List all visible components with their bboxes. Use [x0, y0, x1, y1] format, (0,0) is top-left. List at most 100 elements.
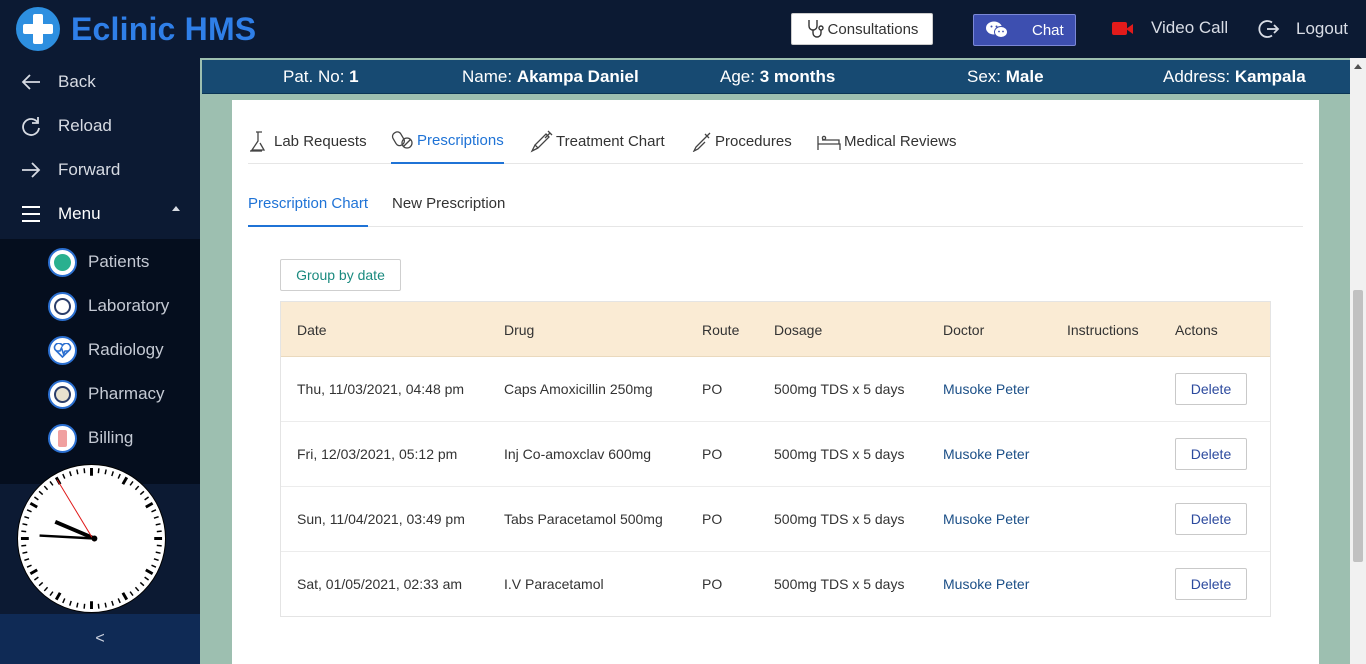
brand[interactable]: Eclinic HMS: [16, 7, 256, 51]
sidebar-item-label: Reload: [58, 116, 112, 135]
clock-tick: [117, 598, 121, 604]
clock-tick: [111, 600, 115, 606]
clock-tick: [104, 469, 107, 475]
clock-tick: [117, 473, 121, 479]
chat-button[interactable]: Chat: [973, 14, 1076, 46]
stethoscope-icon: [807, 20, 824, 38]
table-row: Sun, 11/04/2021, 03:49 pm Tabs Paracetam…: [281, 487, 1270, 552]
table-row: Sat, 01/05/2021, 02:33 am I.V Paracetamo…: [281, 552, 1270, 617]
clock-tick: [26, 564, 32, 568]
syringe-icon: [530, 130, 553, 153]
cell-drug: Tabs Paracetamol 500mg: [504, 511, 663, 527]
clock-tick: [144, 496, 150, 501]
cell-dosage: 500mg TDS x 5 days: [774, 381, 905, 397]
tab-treatment-chart[interactable]: Treatment Chart: [530, 118, 665, 164]
sidebar-item-laboratory[interactable]: Laboratory: [0, 284, 200, 328]
video-call-button[interactable]: Video Call: [1112, 18, 1228, 38]
medical-cross-icon: [16, 7, 60, 51]
top-bar: Eclinic HMS Consultations Chat Video Cal…: [0, 0, 1366, 58]
laboratory-icon: [48, 291, 77, 321]
clock-tick: [151, 509, 157, 513]
video-camera-icon: [1112, 20, 1134, 36]
cell-drug: Caps Amoxicillin 250mg: [504, 381, 653, 397]
sidebar-collapse-button[interactable]: <: [0, 614, 200, 664]
tab-label: Medical Reviews: [844, 132, 957, 150]
delete-button[interactable]: Delete: [1175, 438, 1247, 470]
sidebar-item-billing[interactable]: Billing: [0, 416, 200, 460]
sidebar-item-label: Menu: [58, 204, 101, 223]
tab-label: Procedures: [715, 132, 792, 150]
clock-tick: [97, 468, 100, 474]
patients-icon: [48, 247, 77, 277]
column-header-actions: Actons: [1175, 322, 1218, 338]
clock-tick: [24, 558, 30, 562]
clock-tick: [26, 509, 32, 513]
sidebar-item-menu[interactable]: Menu: [0, 192, 200, 236]
clock-tick: [62, 473, 66, 479]
tab-prescriptions[interactable]: Prescriptions: [391, 118, 504, 164]
cell-dosage: 500mg TDS x 5 days: [774, 576, 905, 592]
sidebar-item-reload[interactable]: Reload: [0, 104, 200, 148]
tab-medical-reviews[interactable]: Medical Reviews: [816, 118, 957, 164]
delete-button[interactable]: Delete: [1175, 568, 1247, 600]
cell-route: PO: [702, 446, 723, 462]
clock-tick: [76, 469, 79, 475]
clock-tick: [83, 468, 86, 474]
sidebar-item-back[interactable]: Back: [0, 60, 200, 104]
clock-tick: [129, 591, 134, 597]
table-row: Fri, 12/03/2021, 05:12 pm Inj Co-amoxcla…: [281, 422, 1270, 487]
clock-tick: [139, 581, 145, 587]
clock-tick: [153, 515, 159, 519]
clock-tick: [22, 551, 28, 554]
tab-label: Treatment Chart: [556, 132, 665, 150]
tab-label: Lab Requests: [274, 132, 367, 150]
tab-label: Prescriptions: [417, 131, 504, 149]
delete-button[interactable]: Delete: [1175, 373, 1247, 405]
clock-tick: [155, 551, 161, 554]
clock-tick: [134, 485, 140, 491]
clock-tick: [155, 523, 161, 526]
sidebar-item-forward[interactable]: Forward: [0, 148, 200, 192]
clock-tick: [121, 592, 129, 601]
arrow-right-icon: [22, 162, 41, 178]
clock-tick: [49, 591, 54, 597]
consultations-button[interactable]: Consultations: [791, 13, 933, 45]
patient-age: Age: 3 months: [720, 67, 836, 86]
scroll-up-arrow-icon[interactable]: [1354, 64, 1362, 69]
clock-tick: [156, 530, 162, 533]
cell-drug: Inj Co-amoxclav 600mg: [504, 446, 652, 462]
tab-new-prescription[interactable]: New Prescription: [392, 182, 505, 227]
sidebar-item-label: Back: [58, 72, 96, 91]
cell-dosage: 500mg TDS x 5 days: [774, 511, 905, 527]
delete-button[interactable]: Delete: [1175, 503, 1247, 535]
clock-tick: [29, 568, 38, 576]
clock-tick: [21, 544, 27, 547]
clock-tick: [144, 576, 150, 581]
tab-prescription-chart[interactable]: Prescription Chart: [248, 182, 369, 227]
logout-button[interactable]: Logout: [1258, 18, 1348, 40]
cell-doctor: Musoke Peter: [943, 446, 1030, 462]
prescriptions-table: Date Drug Route Dosage Doctor Instructio…: [280, 301, 1271, 617]
scrollbar-thumb[interactable]: [1353, 290, 1363, 562]
hamburger-icon: [22, 206, 40, 222]
chat-label: Chat: [1032, 21, 1064, 39]
clock-tick: [76, 602, 79, 608]
wechat-icon: [986, 21, 1008, 38]
sidebar-item-radiology[interactable]: Radiology: [0, 328, 200, 372]
cell-doctor: Musoke Peter: [943, 511, 1030, 527]
patient-address: Address: Kampala: [1163, 67, 1306, 86]
billing-icon: [48, 423, 77, 453]
sidebar-item-patients[interactable]: Patients: [0, 240, 200, 284]
clock-tick: [145, 501, 154, 509]
clock-tick: [68, 600, 72, 606]
group-by-date-button[interactable]: Group by date: [280, 259, 401, 291]
logout-icon: [1258, 20, 1280, 38]
clock-tick: [156, 544, 162, 547]
tab-lab-requests[interactable]: Lab Requests: [248, 118, 367, 164]
sidebar-item-pharmacy[interactable]: Pharmacy: [0, 372, 200, 416]
tab-procedures[interactable]: Procedures: [691, 118, 792, 164]
cell-date: Fri, 12/03/2021, 05:12 pm: [297, 446, 458, 462]
patient-sex: Sex: Male: [967, 67, 1044, 86]
clock-tick: [43, 586, 49, 592]
pharmacy-icon: [48, 379, 77, 409]
